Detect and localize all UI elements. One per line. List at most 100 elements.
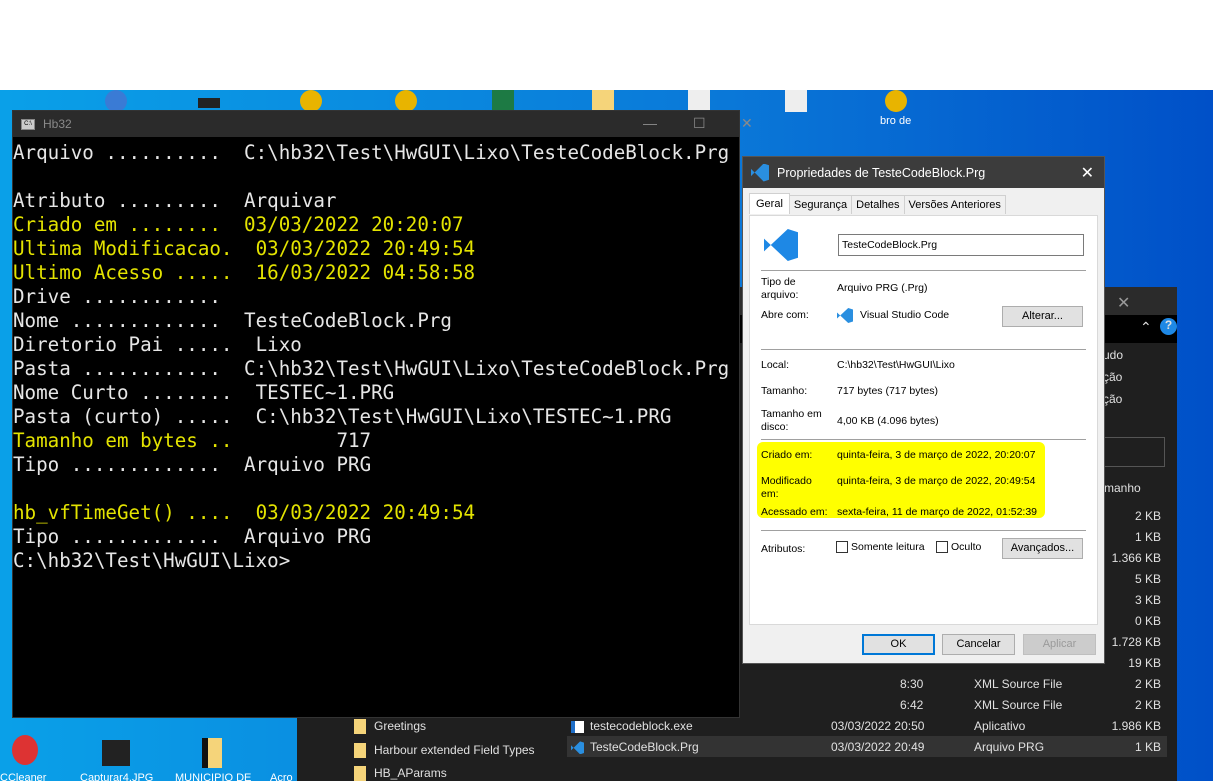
desktop-icon-label[interactable]: bro de [880,115,911,127]
chrome-icon[interactable] [395,90,417,112]
window-title: Hb32 [43,117,72,131]
console-line: Tamanho em bytes .. 717 [13,429,371,453]
folder-icon [354,719,366,735]
vscode-icon [751,163,769,182]
desktop-icon-label[interactable]: Acro [270,772,293,784]
column-header-size[interactable]: manho [1104,481,1141,495]
ribbon-item[interactable]: udo [1103,348,1123,362]
chrome-icon[interactable] [300,90,322,112]
advanced-button[interactable]: Avançados... [1002,538,1083,559]
console-label: C:\hb32\Test\HwGUI\Lixo> [13,549,291,572]
checkbox-label: Oculto [951,541,982,553]
exe-icon [571,720,584,733]
collapse-ribbon-icon[interactable]: ⌃ [1140,319,1152,336]
console-label: Pasta ............ [13,357,245,380]
console-value: C:\hb32\Test\HwGUI\Lixo\TesteCodeBlock.P… [244,357,730,380]
tab-geral[interactable]: Geral [749,193,790,214]
file-name: TesteCodeBlock.Prg [590,740,699,754]
console-line: hb_vfTimeGet() .... 03/03/2022 20:49:54 [13,501,475,525]
folder-label: Greetings [374,719,427,733]
console-value: Arquivo PRG [244,453,372,476]
checkbox[interactable] [836,541,848,554]
dialog-title-bar[interactable]: Propriedades de TesteCodeBlock.Prg ✕ [743,157,1104,188]
help-icon[interactable]: ? [1160,318,1177,335]
file-size: 2 KB [1134,677,1161,691]
image-icon[interactable] [198,98,220,108]
console-value: 03/03/2022 20:20:07 [244,213,464,236]
file-type: XML Source File [974,698,1063,712]
document-icon[interactable] [785,90,807,112]
desktop-icon-label[interactable]: Capturar4.JPG [80,772,153,784]
console-value: 03/03/2022 20:49:54 [255,237,476,260]
console-line: Ultimo Acesso ..... 16/03/2022 04:58:58 [13,261,475,285]
label: Atributos: [761,543,806,555]
excel-icon[interactable] [492,90,514,112]
label: Modificado em: [761,475,812,500]
hidden-checkbox[interactable]: Oculto [936,541,981,554]
vscode-icon [571,741,584,755]
chrome-icon[interactable] [885,90,907,112]
console-label: Arquivo .......... [13,141,245,164]
minimize-button[interactable]: — [643,115,657,131]
search-input[interactable] [1102,437,1165,467]
folder-tree-item[interactable]: Harbour extended Field Types [354,743,535,759]
console-value: 16/03/2022 04:58:58 [255,261,476,284]
label: Acessado em: [761,506,828,518]
console-title-bar[interactable]: C:\ Hb32 — ☐ ✕ [13,111,753,137]
general-tab-panel: Tipo de arquivo: Arquivo PRG (.Prg) Abre… [749,215,1098,625]
console-line: Tipo ............. Arquivo PRG [13,525,371,549]
folder-tree-item[interactable]: Greetings [354,719,427,735]
file-type: XML Source File [974,677,1063,691]
console-line: Criado em ........ 03/03/2022 20:20:07 [13,213,464,237]
close-button[interactable]: ✕ [741,115,753,132]
shortcut-icon[interactable] [105,90,127,112]
properties-dialog: Propriedades de TesteCodeBlock.Prg ✕ Ger… [742,156,1105,664]
console-value: 717 [336,429,372,452]
document-icon[interactable] [688,90,710,112]
console-line: Pasta ............ C:\hb32\Test\HwGUI\Li… [13,357,729,381]
folder-tree-item[interactable]: HB_AParams [354,766,447,782]
label: Abre com: [761,309,809,321]
ribbon-item[interactable]: ção [1103,370,1122,384]
console-window[interactable]: C:\ Hb32 — ☐ ✕ Arquivo .......... C:\hb3… [12,110,753,718]
label: Tamanho: [761,385,808,397]
folder-icon[interactable] [202,738,222,768]
close-button[interactable]: ✕ [1081,163,1094,183]
image-icon[interactable] [102,740,130,766]
folder-icon [354,743,366,759]
apply-button[interactable]: Aplicar [1023,634,1096,655]
tab-seguranca[interactable]: Segurança [788,195,853,214]
console-value: TesteCodeBlock.Prg [244,309,452,332]
console-label: Drive ............ [13,285,245,308]
console-label: Ultimo Acesso ..... [13,261,256,284]
change-button[interactable]: Alterar... [1002,306,1083,327]
desktop-icon-label[interactable]: CCleaner [0,772,46,784]
console-line: Nome ............. TesteCodeBlock.Prg [13,309,452,333]
console-value: Arquivo PRG [244,525,372,548]
filename-input[interactable] [838,234,1084,256]
console-line: C:\hb32\Test\HwGUI\Lixo> [13,549,290,573]
console-label: Nome ............. [13,309,245,332]
folder-label: Harbour extended Field Types [374,743,535,757]
tab-versoes-anteriores[interactable]: Versões Anteriores [903,195,1006,214]
ok-button[interactable]: OK [862,634,935,655]
console-line: Arquivo .......... C:\hb32\Test\HwGUI\Li… [13,141,729,165]
folder-icon[interactable] [592,90,614,112]
maximize-button[interactable]: ☐ [693,115,706,132]
cancel-button[interactable]: Cancelar [942,634,1015,655]
close-icon[interactable]: ✕ [1117,293,1130,313]
folder-icon [354,766,366,782]
label: Tamanho em disco: [761,408,822,433]
read-only-checkbox[interactable]: Somente leitura [836,541,925,554]
vscode-icon [837,308,853,323]
desktop-icon-label[interactable]: MUNICIPIO DE [175,772,251,784]
file-size: 1 KB [1134,740,1161,754]
file-date: 03/03/2022 20:49 [831,740,925,754]
console-value: 03/03/2022 20:49:54 [255,501,476,524]
checkbox[interactable] [936,541,948,554]
ribbon-item[interactable]: ção [1103,392,1122,406]
accessed-value: sexta-feira, 11 de março de 2022, 01:52:… [837,506,1038,518]
ccleaner-icon[interactable] [12,735,38,765]
file-type: Arquivo PRG [974,740,1045,754]
tab-detalhes[interactable]: Detalhes [851,195,905,214]
